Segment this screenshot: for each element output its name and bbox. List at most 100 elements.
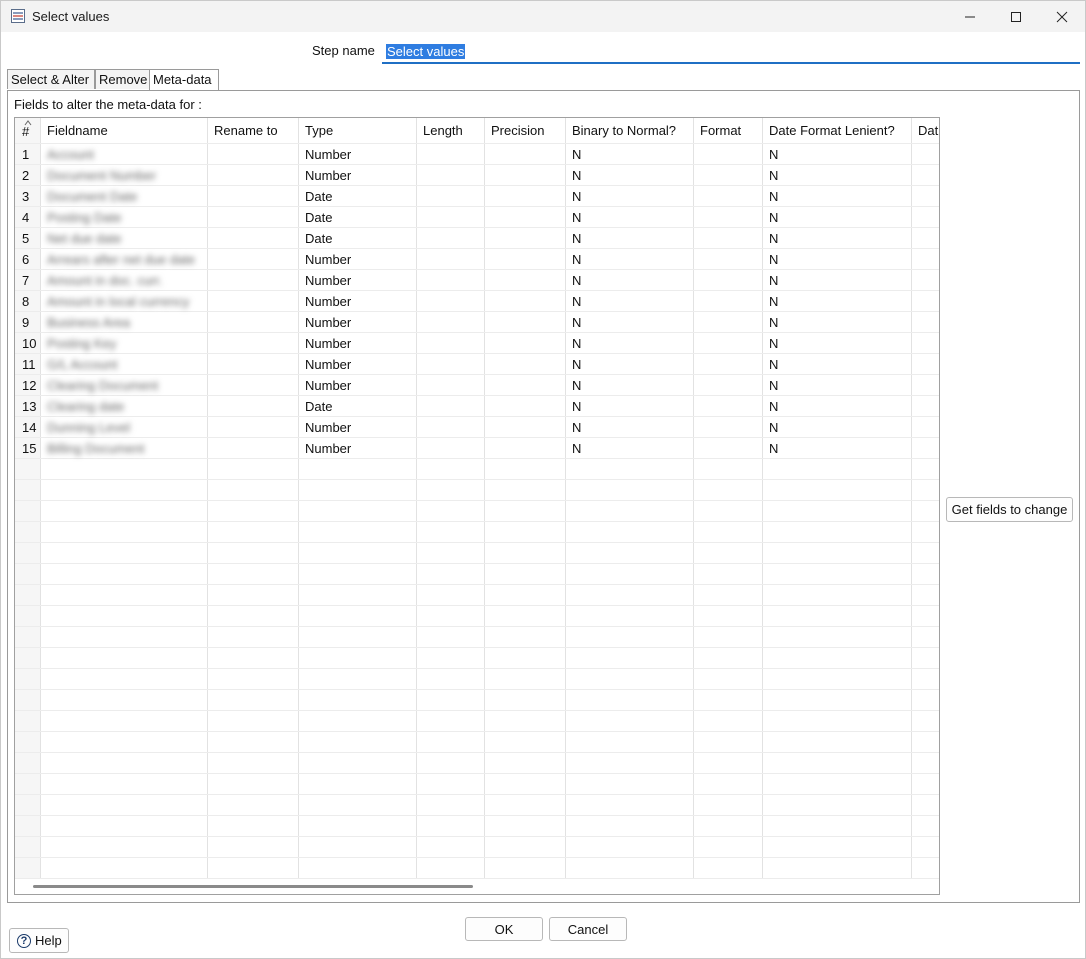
row-number: 13 bbox=[22, 399, 37, 414]
cell-type[interactable]: Number bbox=[299, 438, 417, 459]
maximize-button[interactable] bbox=[993, 1, 1039, 32]
cell-binary-to-normal[interactable]: N bbox=[566, 312, 694, 333]
cell-type[interactable]: Number bbox=[299, 333, 417, 354]
row-separator bbox=[15, 815, 939, 816]
cell-fieldname[interactable]: Amount in local currency bbox=[41, 291, 208, 312]
cell-date-format-lenient[interactable]: N bbox=[763, 291, 912, 312]
cell-fieldname[interactable]: Dunning Level bbox=[41, 417, 208, 438]
cell-type[interactable]: Date bbox=[299, 186, 417, 207]
cell-type[interactable]: Number bbox=[299, 270, 417, 291]
row-separator bbox=[15, 521, 939, 522]
cell-date-format-lenient[interactable]: N bbox=[763, 207, 912, 228]
cell-fieldname[interactable]: Document Number bbox=[41, 165, 208, 186]
help-button[interactable]: ? Help bbox=[9, 928, 69, 953]
cell-binary-to-normal[interactable]: N bbox=[566, 375, 694, 396]
cell-fieldname[interactable]: Business Area bbox=[41, 312, 208, 333]
row-separator bbox=[15, 857, 939, 858]
close-button[interactable] bbox=[1039, 1, 1085, 32]
cell-date-format-lenient[interactable]: N bbox=[763, 249, 912, 270]
cell-date-format-lenient[interactable]: N bbox=[763, 438, 912, 459]
cell-fieldname[interactable]: Amount in doc. curr. bbox=[41, 270, 208, 291]
cell-fieldname[interactable]: Document Date bbox=[41, 186, 208, 207]
col-header-rename-to[interactable]: Rename to bbox=[208, 118, 299, 144]
cell-date-format-lenient[interactable]: N bbox=[763, 144, 912, 165]
sort-ascending-icon bbox=[24, 120, 32, 126]
cell-type[interactable]: Number bbox=[299, 375, 417, 396]
dialog-window: Select values Step name Select values Se… bbox=[0, 0, 1086, 959]
row-separator bbox=[15, 605, 939, 606]
col-header-format[interactable]: Format bbox=[694, 118, 763, 144]
cell-type[interactable]: Date bbox=[299, 228, 417, 249]
cell-fieldname[interactable]: Arrears after net due date bbox=[41, 249, 208, 270]
cell-binary-to-normal[interactable]: N bbox=[566, 228, 694, 249]
col-header-date-more[interactable]: Dat bbox=[912, 118, 939, 144]
cell-date-format-lenient[interactable]: N bbox=[763, 396, 912, 417]
cell-fieldname[interactable]: Posting Key bbox=[41, 333, 208, 354]
col-header-fieldname[interactable]: Fieldname bbox=[41, 118, 208, 144]
cell-date-format-lenient[interactable]: N bbox=[763, 375, 912, 396]
cell-fieldname[interactable]: Clearing date bbox=[41, 396, 208, 417]
row-number: 8 bbox=[22, 294, 30, 309]
tab-select-alter[interactable]: Select & Alter bbox=[7, 69, 95, 89]
cell-type[interactable]: Number bbox=[299, 312, 417, 333]
row-separator bbox=[15, 836, 939, 837]
meta-data-table[interactable]: # Fieldname Rename to Type Length Precision Bi… bbox=[14, 117, 940, 895]
cell-binary-to-normal[interactable]: N bbox=[566, 333, 694, 354]
close-icon bbox=[1056, 11, 1068, 22]
cell-date-format-lenient[interactable]: N bbox=[763, 417, 912, 438]
cell-binary-to-normal[interactable]: N bbox=[566, 207, 694, 228]
cancel-button[interactable]: Cancel bbox=[549, 917, 627, 941]
cell-type[interactable]: Number bbox=[299, 165, 417, 186]
minimize-button[interactable] bbox=[947, 1, 993, 32]
cell-type[interactable]: Number bbox=[299, 291, 417, 312]
cell-type[interactable]: Number bbox=[299, 249, 417, 270]
cell-type[interactable]: Number bbox=[299, 144, 417, 165]
cell-binary-to-normal[interactable]: N bbox=[566, 291, 694, 312]
tab-meta-data[interactable]: Meta-data bbox=[149, 69, 219, 91]
cell-binary-to-normal[interactable]: N bbox=[566, 396, 694, 417]
cell-fieldname[interactable]: Billing Document bbox=[41, 438, 208, 459]
tab-remove[interactable]: Remove bbox=[95, 69, 150, 89]
row-number: 4 bbox=[22, 210, 30, 225]
cell-binary-to-normal[interactable]: N bbox=[566, 165, 694, 186]
cell-type[interactable]: Number bbox=[299, 354, 417, 375]
cell-date-format-lenient[interactable]: N bbox=[763, 354, 912, 375]
row-number: 10 bbox=[22, 336, 37, 351]
row-number: 5 bbox=[22, 231, 30, 246]
col-header-precision[interactable]: Precision bbox=[485, 118, 566, 144]
ok-button[interactable]: OK bbox=[465, 917, 543, 941]
cell-binary-to-normal[interactable]: N bbox=[566, 417, 694, 438]
cell-type[interactable]: Date bbox=[299, 396, 417, 417]
cell-date-format-lenient[interactable]: N bbox=[763, 333, 912, 354]
cell-date-format-lenient[interactable]: N bbox=[763, 165, 912, 186]
col-header-binary-to-normal[interactable]: Binary to Normal? bbox=[566, 118, 694, 144]
get-fields-button[interactable]: Get fields to change bbox=[946, 497, 1073, 522]
step-name-input[interactable]: Select values bbox=[382, 41, 1080, 64]
cell-date-format-lenient[interactable]: N bbox=[763, 312, 912, 333]
cell-fieldname[interactable]: Clearing Document bbox=[41, 375, 208, 396]
maximize-icon bbox=[1011, 11, 1021, 22]
cell-date-format-lenient[interactable]: N bbox=[763, 186, 912, 207]
col-header-date-format-lenient[interactable]: Date Format Lenient? bbox=[763, 118, 912, 144]
cell-fieldname[interactable]: G/L Account bbox=[41, 354, 208, 375]
help-label: Help bbox=[35, 933, 62, 948]
cell-fieldname[interactable]: Posting Date bbox=[41, 207, 208, 228]
cell-binary-to-normal[interactable]: N bbox=[566, 438, 694, 459]
cell-binary-to-normal[interactable]: N bbox=[566, 354, 694, 375]
cell-date-format-lenient[interactable]: N bbox=[763, 228, 912, 249]
cell-type[interactable]: Number bbox=[299, 417, 417, 438]
cell-fieldname[interactable]: Account bbox=[41, 144, 208, 165]
col-header-type[interactable]: Type bbox=[299, 118, 417, 144]
horizontal-scrollbar[interactable] bbox=[33, 885, 473, 888]
cell-binary-to-normal[interactable]: N bbox=[566, 186, 694, 207]
cell-type[interactable]: Date bbox=[299, 207, 417, 228]
cell-binary-to-normal[interactable]: N bbox=[566, 144, 694, 165]
title-bar[interactable]: Select values bbox=[1, 1, 1085, 32]
cell-binary-to-normal[interactable]: N bbox=[566, 249, 694, 270]
row-number: 6 bbox=[22, 252, 30, 267]
col-header-length[interactable]: Length bbox=[417, 118, 485, 144]
cell-date-format-lenient[interactable]: N bbox=[763, 270, 912, 291]
cell-binary-to-normal[interactable]: N bbox=[566, 270, 694, 291]
row-separator bbox=[15, 584, 939, 585]
cell-fieldname[interactable]: Net due date bbox=[41, 228, 208, 249]
